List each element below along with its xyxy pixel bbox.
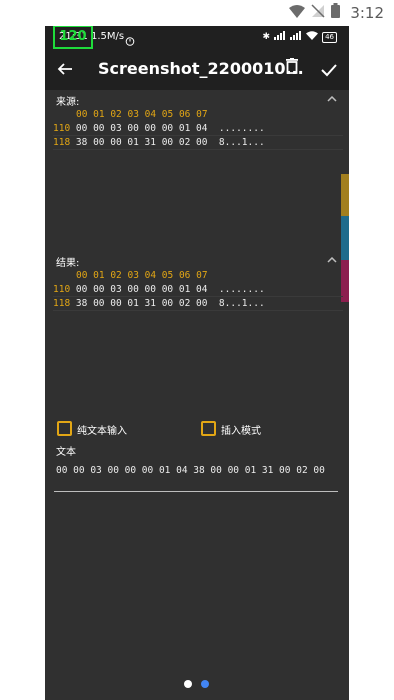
page-indicator-dot-active[interactable] [201,680,209,688]
result-label: 结果: [56,258,80,269]
row-divider [53,149,343,150]
row-address: 110 [53,284,71,295]
device-status-icons: ✱ 46 [263,31,337,43]
battery-icon [331,3,341,22]
delete-icon[interactable] [285,58,303,78]
result-collapse-chevron-icon[interactable] [327,253,337,266]
phone-screen: 21:31 1.5M/s 120 ✱ 46 Screenshot_2200010… [45,26,349,700]
row-address: 118 [53,137,71,148]
battery-level: 46 [322,31,337,43]
cellular-signal-2-icon [290,31,302,43]
text-field-label: 文本 [56,447,76,458]
source-hex-row: 118 38 00 00 01 31 00 02 00 8...1... [53,137,265,148]
text-input-underline [54,491,338,492]
row-divider [53,310,343,311]
result-column-header: 00 01 02 03 04 05 06 07 [76,270,208,281]
confirm-check-icon[interactable] [321,58,337,82]
plain-text-checkbox[interactable] [57,421,72,436]
row-divider [53,296,343,297]
device-status-bar: 21:31 1.5M/s 120 ✱ 46 [45,26,349,50]
bluetooth-icon: ✱ [262,32,271,42]
row-ascii: ........ [218,284,265,295]
wifi-icon [289,4,306,22]
system-status-bar: 3:12 [0,0,394,26]
system-time: 3:12 [350,3,384,22]
alarm-icon [125,31,135,50]
row-address: 110 [53,123,71,134]
row-ascii: 8...1... [218,137,265,148]
result-hex-row: 118 38 00 00 01 31 00 02 00 8...1... [53,298,265,309]
system-status-icons: 3:12 [289,3,384,22]
signal-off-icon [311,3,325,22]
wifi-icon [306,31,319,43]
source-label: 来源: [56,97,80,108]
file-title: Screenshot_2200010... [98,59,304,78]
side-marker-strip[interactable] [341,174,349,216]
result-hex-row: 110 00 00 03 00 00 00 01 04 ........ [53,284,265,295]
insert-mode-label: 插入模式 [221,426,261,437]
insert-mode-checkbox[interactable] [201,421,216,436]
page-indicator-dot[interactable] [184,680,192,688]
row-address: 118 [53,298,71,309]
side-marker-strip[interactable] [341,216,349,260]
row-ascii: ........ [218,123,265,134]
row-bytes[interactable]: 38 00 00 01 31 00 02 00 [76,137,208,148]
back-arrow-icon[interactable] [57,58,73,82]
fps-counter: 120 [53,26,93,49]
hex-text-input[interactable]: 00 00 03 00 00 00 01 04 38 00 00 01 31 0… [56,465,338,477]
row-bytes[interactable]: 00 00 03 00 00 00 01 04 [76,284,208,295]
row-divider [53,135,343,136]
row-bytes[interactable]: 38 00 00 01 31 00 02 00 [76,298,208,309]
source-collapse-chevron-icon[interactable] [327,92,337,105]
cellular-signal-icon [274,31,286,43]
row-bytes[interactable]: 00 00 03 00 00 00 01 04 [76,123,208,134]
source-column-header: 00 01 02 03 04 05 06 07 [76,109,208,120]
app-toolbar: Screenshot_2200010... [45,50,349,90]
source-hex-row: 110 00 00 03 00 00 00 01 04 ........ [53,123,265,134]
plain-text-label: 纯文本输入 [77,426,127,437]
row-ascii: 8...1... [218,298,265,309]
